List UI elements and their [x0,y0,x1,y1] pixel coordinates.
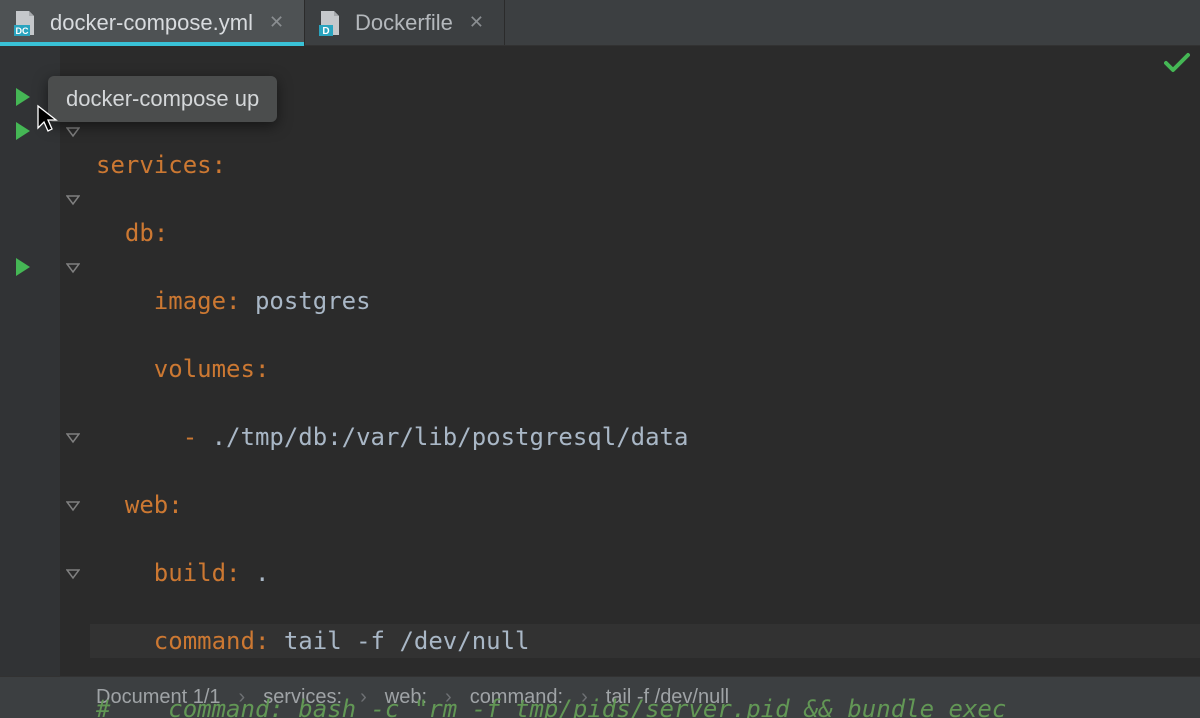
tab-label: Dockerfile [355,10,453,36]
fold-toggle-icon[interactable] [66,192,80,206]
tab-dockerfile[interactable]: D Dockerfile ✕ [305,0,505,45]
fold-toggle-icon[interactable] [66,498,80,512]
dockerfile-file-icon: D [319,10,341,36]
close-icon[interactable]: ✕ [467,10,486,35]
docker-compose-file-icon: DC [14,10,36,36]
close-icon[interactable]: ✕ [267,10,286,35]
tab-docker-compose[interactable]: DC docker-compose.yml ✕ [0,0,305,45]
run-gutter-icon[interactable] [16,122,30,140]
fold-toggle-icon[interactable] [66,566,80,580]
yaml-comment: # command: bash -c "rm -f tmp/pids/serve… [96,695,1021,718]
yaml-value: ./tmp/db:/var/lib/postgresql/data [212,423,689,451]
fold-column [60,46,90,676]
tab-label: docker-compose.yml [50,10,253,36]
yaml-value: . [255,559,269,587]
yaml-key: volumes [154,355,255,383]
fold-toggle-icon[interactable] [66,124,80,138]
tooltip-text: docker-compose up [66,86,259,111]
yaml-key: command [154,627,255,655]
editor-tab-bar: DC docker-compose.yml ✕ D Dockerfile ✕ [0,0,1200,46]
fold-toggle-icon[interactable] [66,430,80,444]
run-gutter-icon[interactable] [16,88,30,106]
yaml-key: image [154,287,226,315]
svg-text:DC: DC [16,26,29,36]
code-editor[interactable]: version: '3' services: db: image: postgr… [0,46,1200,676]
fold-toggle-icon[interactable] [66,260,80,274]
run-gutter-icon[interactable] [16,258,30,276]
yaml-key: build [154,559,226,587]
gutter-run-tooltip: docker-compose up [48,76,277,122]
yaml-key: services [96,151,212,179]
svg-text:D: D [322,26,329,36]
yaml-value: postgres [255,287,371,315]
yaml-key: web [125,491,168,519]
yaml-key: db [125,219,154,247]
editor-gutter [0,46,60,676]
yaml-value: tail -f /dev/null [284,627,530,655]
inspection-ok-icon[interactable] [1164,52,1190,78]
code-area[interactable]: version: '3' services: db: image: postgr… [90,46,1200,676]
